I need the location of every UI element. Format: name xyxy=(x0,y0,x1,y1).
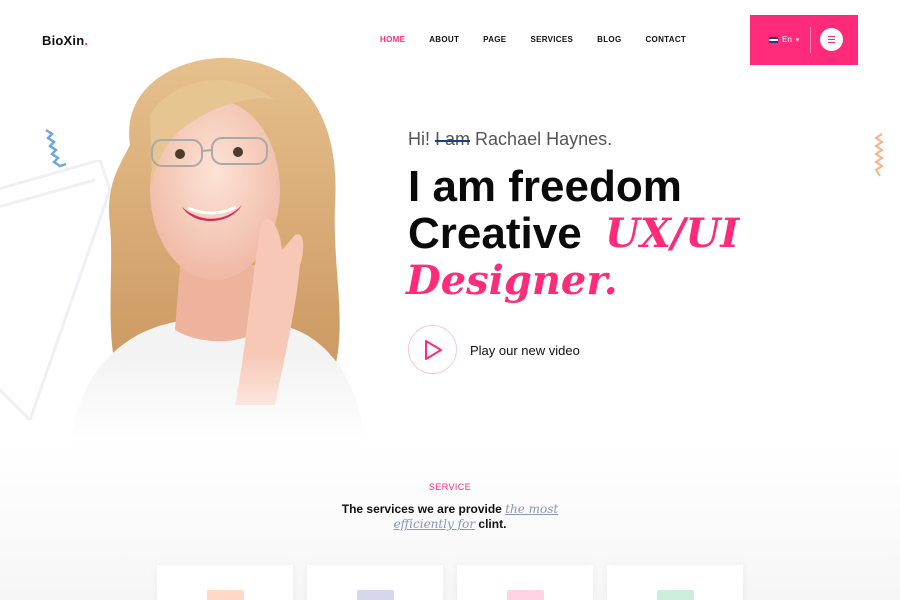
site-logo[interactable]: BioXin. xyxy=(42,33,88,48)
header-action-box: En ▾ xyxy=(750,15,858,65)
greeting-name: Rachael Haynes. xyxy=(475,129,613,149)
service-card-icon xyxy=(207,590,244,600)
language-selector[interactable]: En ▾ xyxy=(769,35,799,44)
hero-headline-line-1: I am freedom xyxy=(408,162,682,211)
nav-item-about[interactable]: ABOUT xyxy=(429,35,459,44)
hamburger-icon-line xyxy=(828,39,835,40)
logo-text: BioXin xyxy=(42,33,85,48)
play-icon xyxy=(424,339,442,360)
hero-headline-line-2: Creative xyxy=(408,209,582,258)
nav-item-home[interactable]: HOME xyxy=(380,35,405,44)
greeting-struck-text: I am xyxy=(435,129,471,149)
services-title-line-1: The services we are provide the most xyxy=(0,502,900,516)
service-card-1[interactable] xyxy=(157,565,293,600)
hamburger-icon-line xyxy=(828,42,835,43)
main-nav: HOME ABOUT PAGE SERVICES BLOG CONTACT xyxy=(380,35,710,44)
greeting-prefix: Hi! xyxy=(408,129,430,149)
services-title-part-2: clint. xyxy=(478,517,507,531)
uk-flag-icon xyxy=(769,36,778,43)
zigzag-decoration-orange xyxy=(874,133,884,177)
service-card-icon xyxy=(657,590,694,600)
language-label: En xyxy=(782,35,792,44)
menu-button[interactable] xyxy=(820,28,843,51)
services-tag: SERVICE xyxy=(428,482,472,492)
play-video-label[interactable]: Play our new video xyxy=(470,343,580,358)
service-card-2[interactable] xyxy=(307,565,443,600)
nav-item-blog[interactable]: BLOG xyxy=(597,35,621,44)
services-title-part-1: The services we are provide xyxy=(341,502,502,516)
services-title-emphasis-2: efficiently for xyxy=(393,517,476,531)
portrait-image xyxy=(60,57,370,445)
nav-item-services[interactable]: SERVICES xyxy=(530,35,573,44)
hamburger-icon xyxy=(828,36,835,37)
hero-highlight-uxui: UX/UI xyxy=(605,210,740,257)
services-title-emphasis-1: the most xyxy=(505,502,559,516)
chevron-down-icon: ▾ xyxy=(795,36,800,44)
header-divider xyxy=(810,27,811,53)
logo-dot: . xyxy=(84,33,89,48)
service-card-icon xyxy=(507,590,544,600)
hero-greeting: Hi! I am Rachael Haynes. xyxy=(408,129,612,150)
nav-item-page[interactable]: PAGE xyxy=(483,35,506,44)
hero-highlight-designer: Designer. xyxy=(406,257,618,304)
service-card-icon xyxy=(357,590,394,600)
services-title-line-2: efficiently for clint. xyxy=(0,517,900,531)
nav-item-contact[interactable]: CONTACT xyxy=(645,35,686,44)
play-video-button[interactable] xyxy=(408,325,457,374)
service-card-4[interactable] xyxy=(607,565,743,600)
service-card-3[interactable] xyxy=(457,565,593,600)
